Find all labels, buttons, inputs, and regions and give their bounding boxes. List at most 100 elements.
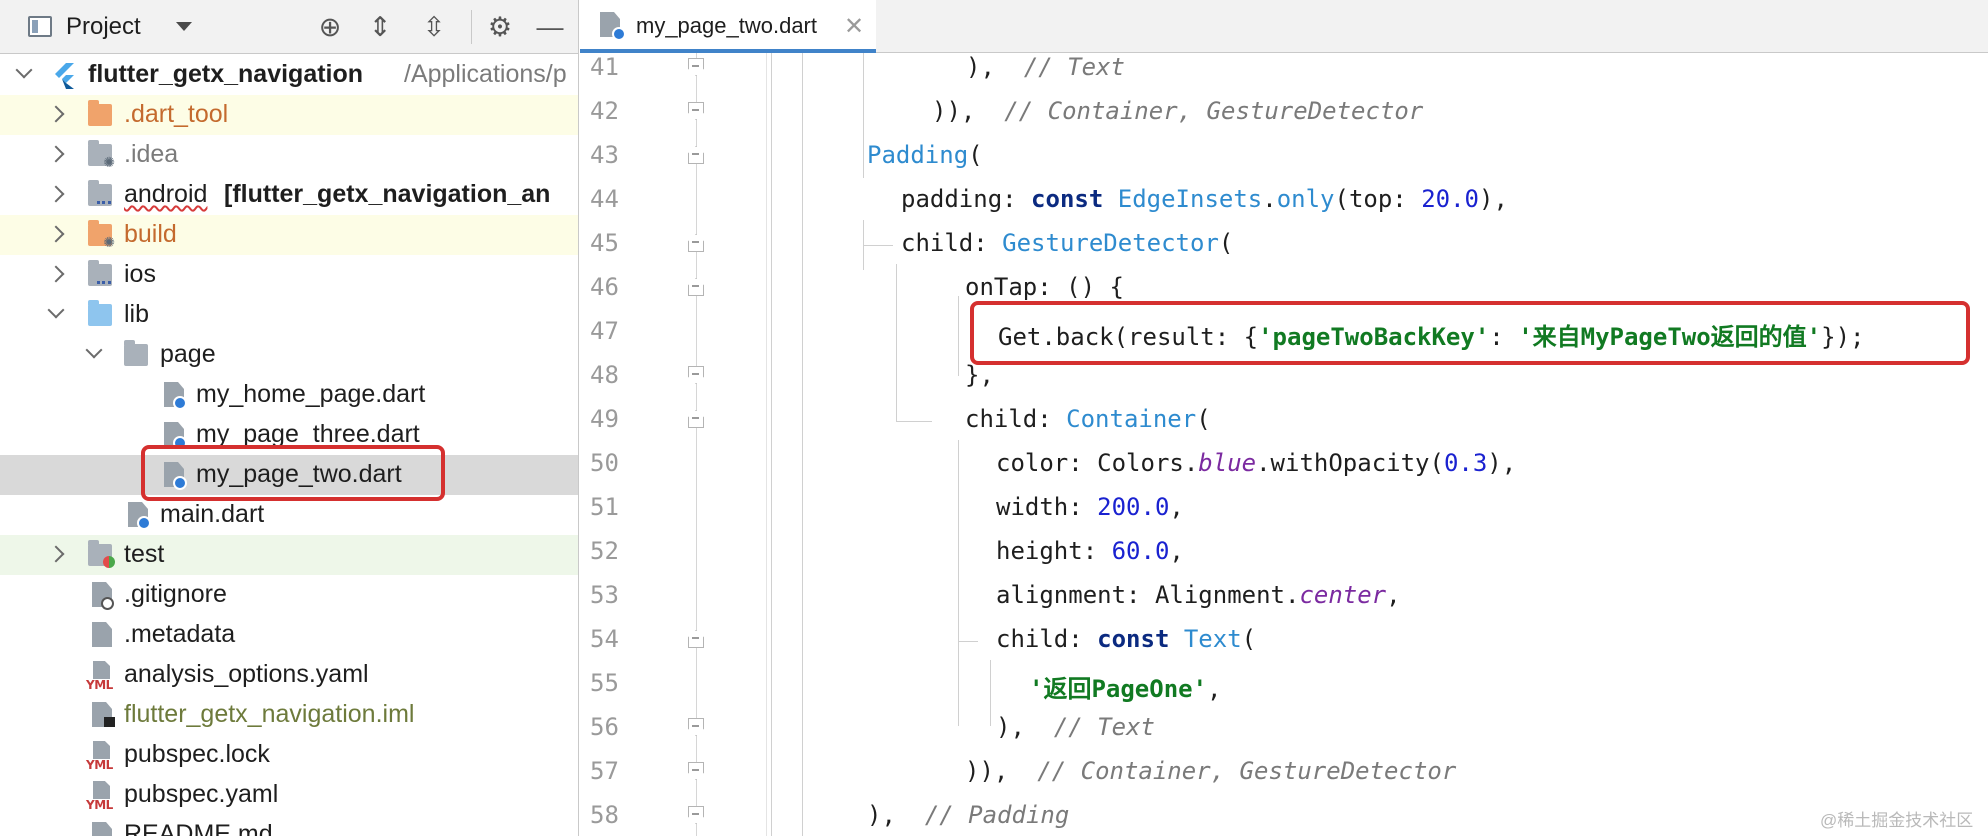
code-token: .withOpacity( — [1256, 449, 1444, 477]
code-comment: // Text — [1053, 713, 1155, 741]
chevron-down-icon[interactable] — [47, 301, 65, 319]
code-class: Padding — [867, 141, 969, 169]
tree-item-label: build — [124, 220, 177, 248]
tree-item-test[interactable]: test — [0, 535, 578, 575]
iml-badge-icon — [104, 717, 115, 727]
tree-item-dart-tool[interactable]: .dart_tool — [0, 95, 578, 135]
chevron-down-icon[interactable] — [15, 61, 33, 79]
indent-guide — [802, 53, 803, 836]
code-constant: center — [1299, 581, 1387, 609]
tree-item-metadata[interactable]: .metadata — [0, 615, 578, 655]
chevron-right-icon[interactable] — [47, 265, 65, 283]
chevron-right-icon[interactable] — [47, 145, 65, 163]
tree-item-pubspec-lock[interactable]: YML pubspec.lock — [0, 735, 578, 775]
line-number: 44 — [590, 185, 619, 213]
code-keyword: const — [1031, 185, 1104, 213]
code-class: GestureDetector — [1002, 229, 1219, 257]
tree-item-idea[interactable]: ✺ .idea — [0, 135, 578, 175]
code-token: , — [1207, 675, 1222, 703]
tree-item-main-dart[interactable]: main.dart — [0, 495, 578, 535]
tree-item-label: README.md — [124, 820, 273, 836]
chevron-right-icon[interactable] — [47, 105, 65, 123]
tree-item-label: flutter_getx_navigation — [88, 60, 364, 88]
chevron-right-icon[interactable] — [47, 185, 65, 203]
tree-item-label: .dart_tool — [124, 100, 229, 128]
line-number: 42 — [590, 97, 619, 125]
tree-item-project-root[interactable]: flutter_getx_navigation /Applications/p — [0, 55, 578, 95]
project-title[interactable]: Project — [66, 13, 141, 41]
code-line-52: height: 60.0, — [996, 537, 1184, 565]
tree-item-ios[interactable]: ios — [0, 255, 578, 295]
chevron-down-icon[interactable] — [176, 22, 192, 31]
tree-item-label: .gitignore — [124, 580, 227, 608]
gear-badge-icon: ✺ — [103, 154, 115, 170]
code-comment: // Padding — [924, 801, 1070, 829]
gear-icon[interactable]: ⚙ — [484, 11, 516, 43]
code-line-53: alignment: Alignment.center, — [996, 581, 1401, 609]
tab-my-page-two[interactable]: my_page_two.dart ✕ — [580, 0, 876, 53]
tree-item-label: flutter_getx_navigation.iml — [124, 700, 415, 728]
line-number: 41 — [590, 53, 619, 81]
collapse-all-icon[interactable]: ⇳ — [418, 11, 450, 43]
tree-item-analysis-options[interactable]: YML analysis_options.yaml — [0, 655, 578, 695]
line-number: 45 — [590, 229, 619, 257]
file-icon — [92, 622, 112, 647]
gutter-divider — [766, 53, 767, 836]
yml-file-icon: YML — [86, 781, 116, 812]
indent-guide — [958, 641, 978, 642]
tree-item-pubspec-yaml[interactable]: YML pubspec.yaml — [0, 775, 578, 815]
yml-file-icon: YML — [86, 661, 116, 692]
code-number: 60.0 — [1111, 537, 1170, 565]
minimize-icon[interactable]: — — [534, 11, 566, 43]
code-token: ( — [1218, 229, 1234, 257]
gear-badge-icon: ✺ — [103, 234, 115, 250]
editor-tab-bar: my_page_two.dart ✕ — [580, 0, 1988, 53]
chevron-right-icon[interactable] — [47, 545, 65, 563]
chevron-right-icon[interactable] — [47, 225, 65, 243]
tree-item-label: .metadata — [124, 620, 236, 648]
code-line-42: )), // Container, GestureDetector — [932, 97, 1423, 125]
tree-item-my-home-page[interactable]: my_home_page.dart — [0, 375, 578, 415]
expand-all-icon[interactable]: ⇕ — [364, 11, 396, 43]
code-keyword: const — [1097, 625, 1170, 653]
tree-item-label: page — [160, 340, 216, 368]
line-number: 46 — [590, 273, 619, 301]
folder-icon — [88, 180, 112, 206]
code-token: )), — [932, 97, 976, 125]
indent-guide — [863, 245, 893, 246]
code-number: 0.3 — [1443, 449, 1488, 477]
tab-label: my_page_two.dart — [636, 13, 817, 38]
tree-item-page[interactable]: page — [0, 335, 578, 375]
folder-icon — [88, 260, 112, 286]
dart-badge-icon — [612, 27, 626, 41]
tree-item-gitignore[interactable]: .gitignore — [0, 575, 578, 615]
tree-item-android[interactable]: android [flutter_getx_navigation_an — [0, 175, 578, 215]
close-icon[interactable]: ✕ — [844, 12, 864, 41]
line-number: 54 — [590, 625, 619, 653]
locate-icon[interactable]: ⊕ — [314, 11, 346, 43]
code-token: ), — [966, 53, 995, 81]
line-number: 55 — [590, 669, 619, 697]
tree-item-lib[interactable]: lib — [0, 295, 578, 335]
code-token: ( — [968, 141, 983, 169]
tree-item-readme[interactable]: README.md — [0, 815, 578, 836]
code-editor[interactable]: my_page_two.dart ✕ 41 42 43 44 45 46 47 … — [580, 0, 1988, 836]
code-line-45: child: GestureDetector( — [901, 229, 1233, 257]
line-number: 50 — [590, 449, 619, 477]
tree-item-label: .idea — [124, 140, 179, 168]
code-line-51: width: 200.0, — [996, 493, 1184, 521]
folder-icon — [88, 540, 115, 568]
tree-item-label: analysis_options.yaml — [124, 660, 369, 688]
tree-item-label: pubspec.yaml — [124, 780, 279, 808]
code-token: color: Colors. — [996, 449, 1199, 477]
line-number: 56 — [590, 713, 619, 741]
code-class: Text — [1183, 625, 1242, 653]
tree-item-path: /Applications/p — [404, 60, 567, 88]
project-panel: Project ⊕ ⇕ ⇳ ⚙ — flutter_getx_navigatio… — [0, 0, 579, 836]
tree-item-iml[interactable]: flutter_getx_navigation.iml — [0, 695, 578, 735]
code-line-58: ), // Padding — [867, 801, 1069, 829]
code-token: (top: — [1334, 185, 1422, 213]
chevron-down-icon[interactable] — [85, 341, 103, 359]
tree-item-build[interactable]: ✺ build — [0, 215, 578, 255]
folder-icon: ✺ — [88, 220, 115, 250]
